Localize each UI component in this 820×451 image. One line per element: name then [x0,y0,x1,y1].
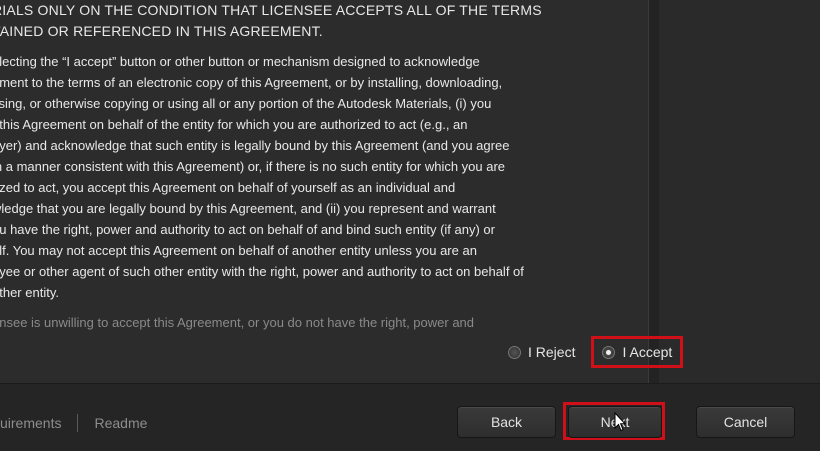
readme-link[interactable]: Readme [94,415,147,431]
license-line: elf. You may not accept this Agreement o… [0,243,477,258]
license-line: TAINED OR REFERENCED IN THIS AGREEMENT. [0,23,323,39]
link-divider [77,414,79,432]
license-line: ement to the terms of an electronic copy… [0,75,503,90]
back-button[interactable]: Back [457,406,556,438]
footer-bar: uirements Readme Back Next Cancel [0,383,820,451]
license-line: t this Agreement on behalf of the entity… [0,117,468,132]
license-line: other entity. [0,285,59,300]
cancel-button[interactable]: Cancel [696,406,795,438]
reject-label: I Reject [528,344,576,360]
license-line: oyee or other agent of such other entity… [0,264,524,279]
back-label: Back [490,414,523,430]
license-line: in a manner consistent with this Agreeme… [0,159,506,174]
radio-selected-icon[interactable] [602,345,616,359]
accept-radio[interactable]: I Accept [602,344,672,360]
reject-radio[interactable]: I Reject [508,344,575,360]
license-line: ou have the right, power and authority t… [0,222,495,237]
license-agreement-pane[interactable]: RIALS ONLY ON THE CONDITION THAT LICENSE… [0,0,648,383]
radio-unselected-icon[interactable] [508,345,521,359]
license-line: wledge that you are legally bound by thi… [0,201,496,216]
license-line: ssing, or otherwise copying or using all… [0,96,492,111]
footer-links: uirements Readme [0,414,147,432]
requirements-link[interactable]: uirements [0,415,61,431]
license-line: RIALS ONLY ON THE CONDITION THAT LICENSE… [0,2,542,18]
license-line: electing the “I accept” button or other … [0,54,480,69]
accept-reject-group: I Reject I Accept [508,336,684,368]
license-text: RIALS ONLY ON THE CONDITION THAT LICENSE… [0,0,632,333]
cancel-label: Cancel [723,414,768,430]
license-line: oyer) and acknowledge that such entity i… [0,138,510,153]
side-panel [659,0,820,383]
license-line-faded: ensee is unwilling to accept this Agreem… [0,315,475,330]
license-line: rized to act, you accept this Agreement … [0,180,456,195]
accept-highlight: I Accept [591,336,684,368]
mouse-cursor-icon [614,412,626,432]
accept-label: I Accept [622,344,673,360]
